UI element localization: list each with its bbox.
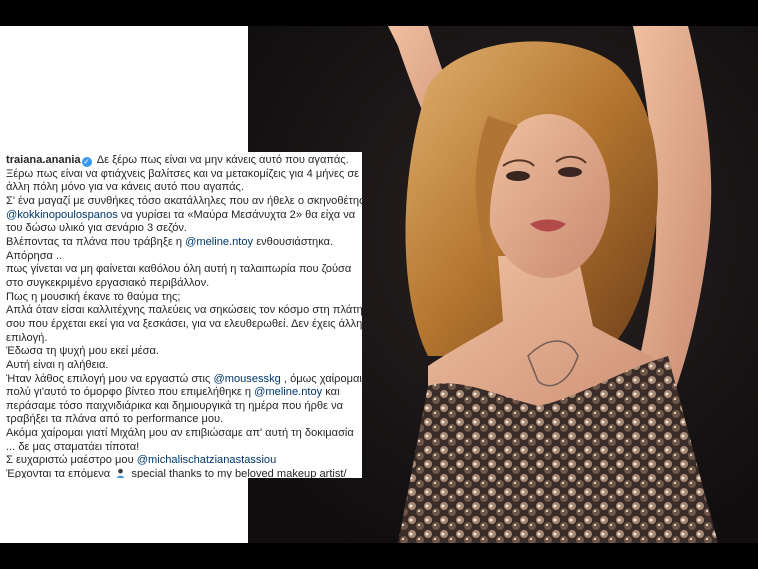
caption-line: περάσαμε τόσο παιχνιδιάρικα και δημιουργ… (6, 400, 356, 414)
caption-line: του δώσω υλικό για σενάριο 3 σεζόν. (6, 222, 356, 236)
caption-line: ... δε μας σταματάει τίποτα! (6, 441, 356, 455)
caption-text-span: Απόρησα .. (6, 249, 63, 262)
caption-text-span: special thanks to my beloved makeup arti… (128, 468, 347, 478)
caption-text-span: Ξέρω πως είναι να φτιάχνεις βαλίτσες και… (6, 167, 360, 180)
caption-text-span: Σ' ένα μαγαζί με συνθήκες τόσο ακατάλληλ… (6, 194, 362, 207)
verified-badge-icon: ✓ (81, 157, 92, 167)
letterbox-top (0, 0, 758, 26)
caption-text-span: περάσαμε τόσο παιχνιδιάρικα και δημιουργ… (6, 399, 344, 412)
caption-line: πολύ γι'αυτό το όμορφο βίντεο που επιμελ… (6, 386, 356, 400)
mention-link[interactable]: @kokkinopoulospanos (6, 209, 118, 221)
caption-text-span: τραβήξει τα πλάνα από το performance μου… (6, 413, 224, 426)
caption-line: @kokkinopoulospanos να γυρίσει τα «Μαύρα… (6, 209, 356, 223)
caption-line: Ήταν λάθος επιλογή μου να εργαστώ στις @… (6, 372, 362, 387)
mention-link[interactable]: @mousesskg (213, 373, 280, 385)
caption-text-span: ενθουσιάστηκα. (253, 235, 334, 248)
mention-link[interactable]: @meline.ntoy (185, 236, 253, 248)
caption-line: πως γίνεται να μη φαίνεται καθόλου όλη α… (6, 263, 356, 277)
caption-line: Αυτή είναι η αλήθεια. (6, 359, 356, 373)
username-link[interactable]: traiana.anania (6, 154, 81, 166)
caption-text-span: Ήταν λάθος επιλογή μου να εργαστώ στις (6, 372, 214, 385)
mention-link[interactable]: @michalischatzianastassiou (137, 454, 277, 466)
caption-line: Πως η μουσική έκανε το θαύμα της; (6, 291, 356, 305)
mention-link[interactable]: @meline.ntoy (254, 386, 322, 398)
caption-text-span: Έρχονται τα επόμενα (6, 468, 114, 478)
caption-line: Έδωσα τη ψυχή μου εκεί μέσα. (6, 345, 356, 359)
person-emoji-icon (117, 469, 125, 478)
caption-line: τραβήξει τα πλάνα από το performance μου… (6, 413, 356, 427)
caption-text-span: Έδωσα τη ψυχή μου εκεί μέσα. (6, 345, 159, 358)
caption-line: Ακόμα χαίρομαι γιατί Μιχάλη μου αν επιβι… (6, 427, 356, 441)
caption-text-span: Ακόμα χαίρομαι γιατί Μιχάλη μου αν επιβι… (6, 427, 354, 440)
caption-text-span: πως γίνεται να μη φαίνεται καθόλου όλη α… (6, 263, 352, 276)
caption-text-span: στο συγκεκριμένο εργασιακό περιβάλλον. (6, 276, 210, 289)
caption-text-span: Απλά όταν είσαι καλλιτέχνης παλεύεις να … (6, 304, 362, 317)
caption-line: σου που έρχεται εκεί για να ξεσκάσει, γι… (6, 318, 362, 332)
caption-line: Απλά όταν είσαι καλλιτέχνης παλεύεις να … (6, 304, 362, 318)
caption-text-span: Αυτή είναι η αλήθεια. (6, 358, 109, 371)
caption-text-span: άλλη πόλη μόνο για να κάνεις αυτό που αγ… (6, 181, 244, 194)
caption-text-span: ... δε μας σταματάει τίποτα! (6, 440, 140, 453)
letterbox-bottom (0, 543, 758, 569)
caption-text-span: σου που έρχεται εκεί για να ξεσκάσει, γι… (6, 317, 362, 330)
caption-line: στο συγκεκριμένο εργασιακό περιβάλλον. (6, 277, 356, 291)
instagram-caption-panel: traiana.anania ✓ Δε ξέρω πως είναι να μην… (0, 152, 362, 478)
caption-text-span: Σ ευχαριστώ μαέστρο μου (6, 454, 137, 467)
caption-text-span: Δε ξέρω πως είναι να μην κάνεις αυτό που… (96, 154, 349, 166)
caption-text-span: , όμως χαίρομαι (280, 372, 362, 385)
caption-line: Σ ευχαριστώ μαέστρο μου @michalischatzia… (6, 454, 356, 468)
caption-text-span: του δώσω υλικό για σενάριο 3 σεζόν. (6, 222, 187, 235)
caption-line: Ξέρω πως είναι να φτιάχνεις βαλίτσες και… (6, 167, 360, 182)
caption-text: traiana.anania ✓ Δε ξέρω πως είναι να μην… (0, 152, 362, 478)
caption-line: Βλέποντας τα πλάνα που τράβηξε η @meline… (6, 236, 356, 250)
caption-line: Απόρησα .. (6, 250, 356, 264)
caption-line: Σ' ένα μαγαζί με συνθήκες τόσο ακατάλληλ… (6, 195, 362, 209)
caption-line: επιλογή. (6, 332, 356, 346)
caption-text-span: και (322, 386, 340, 399)
caption-line: Έρχονται τα επόμενα special thanks to my… (6, 468, 356, 478)
caption-text-span: Βλέποντας τα πλάνα που τράβηξε η (6, 235, 186, 248)
caption-line: άλλη πόλη μόνο για να κάνεις αυτό που αγ… (6, 181, 356, 195)
caption-text-span: Πως η μουσική έκανε το θαύμα της; (6, 290, 181, 303)
caption-line: traiana.anania ✓ Δε ξέρω πως είναι να μην… (6, 154, 356, 168)
caption-text-span: να γυρίσει τα «Μαύρα Μεσάνυχτα 2» θα είχ… (117, 208, 356, 221)
caption-text-span: επιλογή. (6, 331, 48, 344)
caption-text-span: πολύ γι'αυτό το όμορφο βίντεο που επιμελ… (6, 386, 255, 399)
